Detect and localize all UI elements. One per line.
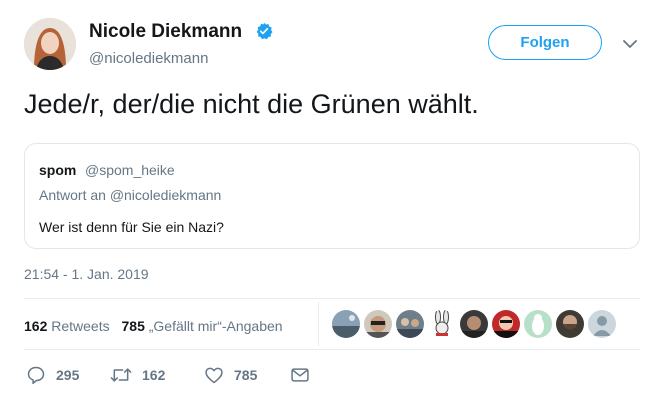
like-button[interactable]: 785: [204, 365, 257, 385]
quoted-author-name: spom: [39, 162, 77, 178]
face-avatar[interactable]: [460, 310, 488, 338]
divider: [24, 349, 640, 350]
likes-stat[interactable]: 785 „Gefällt mir“-Angaben: [122, 318, 283, 334]
retweet-button[interactable]: 162: [110, 365, 165, 385]
reply-context: Antwort an @nicolediekmann: [39, 187, 222, 203]
follow-button[interactable]: Folgen: [488, 25, 602, 60]
bunny-avatar[interactable]: [428, 310, 456, 338]
reply-icon: [27, 366, 45, 385]
red-avatar[interactable]: [492, 310, 520, 338]
chevron-down-icon[interactable]: [622, 38, 638, 50]
quoted-tweet-text: Wer ist denn für Sie ein Nazi?: [39, 219, 224, 235]
landscape-avatar[interactable]: [332, 310, 360, 338]
default-avatar[interactable]: [588, 310, 616, 338]
divider: [24, 298, 640, 299]
stats-separator: [318, 302, 319, 346]
tweet-text: Jede/r, der/die nicht die Grünen wählt.: [24, 89, 479, 119]
quoted-author-handle: @spom_heike: [85, 162, 175, 178]
sunglasses-avatar[interactable]: [364, 310, 392, 338]
verified-badge-icon: [256, 22, 273, 40]
direct-message-button[interactable]: [290, 365, 310, 385]
heart-icon: [205, 367, 223, 384]
beard-avatar[interactable]: [556, 310, 584, 338]
tweet-timestamp[interactable]: 21:54 - 1. Jan. 2019: [24, 266, 149, 282]
author-avatar[interactable]: [24, 18, 76, 70]
author-handle[interactable]: @nicolediekmann: [89, 50, 208, 67]
retweet-icon: [110, 368, 132, 382]
retweets-stat[interactable]: 162 Retweets: [24, 318, 110, 334]
engagement-stats: 162 Retweets 785 „Gefällt mir“-Angaben: [24, 318, 283, 334]
group-avatar[interactable]: [396, 310, 424, 338]
like-count: 785: [234, 367, 258, 383]
retweet-count: 162: [142, 367, 166, 383]
envelope-icon: [291, 368, 309, 382]
reply-count: 295: [56, 367, 80, 383]
bird-avatar[interactable]: [524, 310, 552, 338]
quoted-tweet[interactable]: spom @spom_heike Antwort an @nicolediekm…: [24, 143, 640, 249]
reply-button[interactable]: 295: [26, 365, 79, 385]
author-name[interactable]: Nicole Diekmann: [89, 21, 242, 43]
